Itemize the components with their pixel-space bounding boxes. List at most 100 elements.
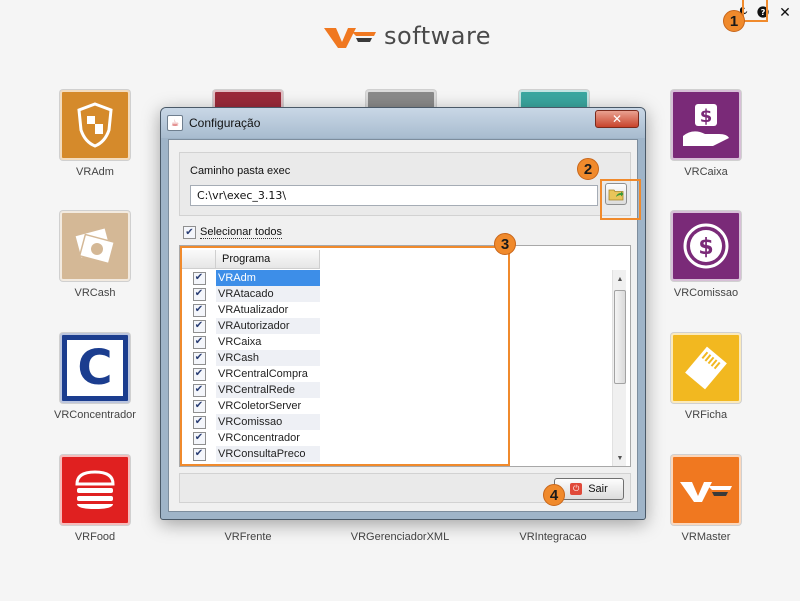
step-marker-1: 1 [723,10,745,32]
table-row[interactable]: ✔ VRCash [182,350,320,366]
app-vrfood[interactable]: VRFood [35,455,155,543]
table-row[interactable]: ✔ VRComissao [182,414,320,430]
table-row[interactable]: ✔ VRAtacado [182,286,320,302]
checkbox-checked-icon: ✔ [192,367,206,381]
row-checkbox[interactable]: ✔ [182,319,216,333]
row-checkbox[interactable]: ✔ [182,431,216,445]
checkbox-checked-icon: ✔ [192,335,206,349]
vertical-scrollbar[interactable]: ▲ ▼ [612,270,626,466]
app-label: VRCash [74,287,116,299]
select-all-label: Selecionar todos [200,226,282,239]
app-label: VRCaixa [684,166,728,178]
app-label: VRFood [74,531,116,543]
app-vrconcentrador[interactable]: C VRConcentrador [35,333,155,421]
exit-label: Sair [588,483,608,495]
row-program-name: VRConcentrador [218,432,300,444]
row-checkbox[interactable]: ✔ [182,399,216,413]
row-checkbox[interactable]: ✔ [182,415,216,429]
row-checkbox[interactable]: ✔ [182,447,216,461]
table-row[interactable]: ✔ VRConsultaPreco [182,446,320,462]
row-checkbox[interactable]: ✔ [182,271,216,285]
power-icon: ⏻ [570,483,583,495]
highlight-settings [742,0,768,22]
path-label: Caminho pasta exec [190,165,291,177]
row-program-name: VRAdm [216,270,320,286]
row-program-name: VRCentralCompra [218,368,308,380]
checkbox-checked-icon: ✔ [192,431,206,445]
table-row[interactable]: ✔ VRAtualizador [182,302,320,318]
step-marker-4: 4 [543,484,565,506]
path-input[interactable]: C:\vr\exec_3.13\ [190,185,598,206]
vr-logo-icon [671,455,741,525]
table-row[interactable]: ✔ VRCentralCompra [182,366,320,382]
app-vrcaixa[interactable]: $ VRCaixa [646,90,766,178]
checkbox-checked-icon: ✔ [192,271,206,285]
checkbox-checked-icon: ✔ [192,351,206,365]
table-header-programa[interactable]: Programa [216,250,320,269]
app-label: VRGerenciadorXML [350,531,450,543]
money-hand-icon: $ [671,90,741,160]
table-row[interactable]: ✔ VRColetorServer [182,398,320,414]
shield-icon [60,90,130,160]
dialog-title: Configuração [189,116,261,130]
table-row[interactable]: ✔ VRCaixa [182,334,320,350]
scroll-thumb[interactable] [614,290,626,384]
svg-text:$: $ [700,106,713,127]
table-header-check[interactable] [182,250,216,269]
vr-logo-icon [324,28,376,48]
dialog-close-button[interactable]: ✕ [595,110,639,128]
row-program-name: VRCaixa [218,336,262,348]
row-checkbox[interactable]: ✔ [182,303,216,317]
brand-logo: software [322,16,491,56]
table-row[interactable]: ✔ VRConcentrador [182,430,320,446]
c-letter-icon: C [60,333,130,403]
app-vrmaster[interactable]: VRMaster [646,455,766,543]
row-checkbox[interactable]: ✔ [182,335,216,349]
row-checkbox[interactable]: ✔ [182,351,216,365]
checkbox-checked-icon: ✔ [192,415,206,429]
step-marker-3: 3 [494,233,516,255]
close-icon[interactable]: ✕ [776,3,794,21]
row-program-name: VRAtacado [216,286,320,302]
checkbox-checked-icon: ✔ [192,319,206,333]
scroll-down-icon[interactable]: ▼ [613,452,627,464]
path-group: Caminho pasta exec C:\vr\exec_3.13\ [179,152,641,220]
table-row[interactable]: ✔ VRAdm [182,270,320,286]
checkbox-checked-icon: ✔ [183,226,196,239]
config-dialog: ☕ Configuração ✕ Caminho pasta exec C:\v… [160,107,646,520]
table-row[interactable]: ✔ VRCentralRede [182,382,320,398]
step-marker-2: 2 [577,158,599,180]
row-checkbox[interactable]: ✔ [182,287,216,301]
app-label: VRAdm [76,166,114,178]
table-row[interactable]: ✔ VRAutorizador [182,318,320,334]
dialog-titlebar[interactable]: ☕ Configuração ✕ [161,108,645,138]
app-vrficha[interactable]: VRFicha [646,333,766,421]
burger-icon [60,455,130,525]
row-checkbox[interactable]: ✔ [182,367,216,381]
dollar-coin-icon: $ [671,211,741,281]
app-label: VRComissao [673,287,739,299]
app-label: VRConcentrador [54,409,136,421]
programs-table: Programa ✔ VRAdm ✔ VRAtacado ✔ VRAtualizador ✔… [179,245,631,467]
row-program-name: VRAutorizador [216,318,320,334]
highlight-browse [600,179,641,220]
app-label: VRMaster [681,531,731,543]
select-all-checkbox[interactable]: ✔ Selecionar todos [183,226,282,239]
row-program-name: VRCash [216,350,320,366]
dialog-body: Caminho pasta exec C:\vr\exec_3.13\ ✔ Se… [168,139,641,512]
checkbox-checked-icon: ✔ [192,399,206,413]
row-checkbox[interactable]: ✔ [182,383,216,397]
app-vrcash[interactable]: VRCash [35,211,155,299]
row-program-name: VRConsultaPreco [216,446,320,462]
row-program-name: VRColetorServer [218,400,302,412]
checkbox-checked-icon: ✔ [192,303,206,317]
app-vrcomissao[interactable]: $ VRComissao [646,211,766,299]
app-label: VRFrente [224,531,272,543]
row-program-name: VRComissao [216,414,320,430]
app-vradm[interactable]: VRAdm [35,90,155,178]
checkbox-checked-icon: ✔ [192,383,206,397]
row-program-name: VRAtualizador [218,304,289,316]
checkbox-checked-icon: ✔ [192,287,206,301]
row-program-name: VRCentralRede [216,382,320,398]
scroll-up-icon[interactable]: ▲ [613,273,627,285]
